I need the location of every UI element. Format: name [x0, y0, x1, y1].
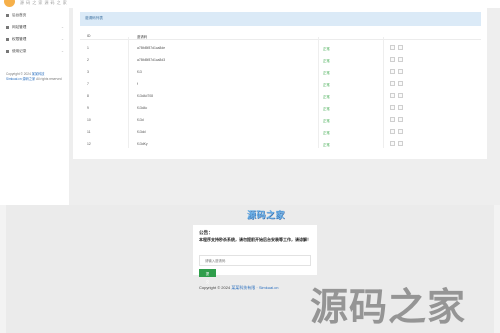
sidebar-item-records[interactable]: 使用记录 ⌄ — [6, 49, 64, 54]
edit-button[interactable] — [390, 141, 395, 146]
admin-area: 源 码 之 家 源 码 之 家 后台首页 网站管理 ⌄ 权限管理 ⌄ 使用记录 … — [0, 0, 500, 205]
edit-button[interactable] — [390, 117, 395, 122]
column-header-id: ID — [87, 34, 91, 38]
gear-icon — [6, 26, 9, 29]
table-row: 2 a78fd5f87d1ca8d3 正常 — [80, 54, 481, 65]
table-row: 7 f 正常 — [80, 78, 481, 89]
edit-button[interactable] — [390, 69, 395, 74]
status-badge: 正常 — [323, 83, 330, 87]
chevron-down-icon: ⌄ — [60, 37, 64, 41]
sidebar-item-label: 使用记录 — [12, 49, 27, 53]
announcement-message: 本程序支持秒杀系统，请勿提前开始后台安装等工作，请谅解！ — [199, 237, 311, 242]
status-badge: 正常 — [323, 131, 330, 135]
invite-code-input[interactable] — [199, 255, 311, 266]
delete-button[interactable] — [398, 57, 403, 62]
sidebar-item-home[interactable]: 后台首页 — [6, 13, 64, 18]
site-name: 源 码 之 家 源 码 之 家 — [20, 0, 68, 5]
status-badge: 正常 — [323, 59, 330, 63]
key-icon — [6, 38, 9, 41]
status-badge: 正常 — [323, 95, 330, 99]
table-row: 1 a78fd5f87d1ca8de 正常 — [80, 42, 481, 53]
row-id: 1 — [87, 46, 89, 50]
edit-button[interactable] — [390, 57, 395, 62]
table-row: 3 f13 正常 — [80, 66, 481, 77]
footer-link[interactable]: Simkuai.cn 源码之家 — [6, 77, 35, 81]
sidebar-item-site[interactable]: 网站管理 ⌄ — [6, 25, 64, 30]
sidebar-item-label: 权限管理 — [12, 37, 27, 41]
delete-button[interactable] — [398, 129, 403, 134]
row-id: 9 — [87, 106, 89, 110]
edit-button[interactable] — [390, 45, 395, 50]
footer-link[interactable]: 某某科技 — [32, 72, 45, 76]
sidebar-item-label: 网站管理 — [12, 25, 27, 29]
delete-button[interactable] — [398, 105, 403, 110]
edit-button[interactable] — [390, 81, 395, 86]
row-code: f13d4d708 — [137, 94, 154, 98]
delete-button[interactable] — [398, 81, 403, 86]
edit-button[interactable] — [390, 129, 395, 134]
invite-code-table: 邀请码列表 ID 邀请码 1 a78fd5f87d1ca8de 正常 2 a78fd5f… — [73, 7, 487, 159]
chevron-down-icon: ⌄ — [60, 25, 64, 29]
table-row: 8 f13d4d708 正常 — [80, 90, 481, 101]
row-code: f13dd — [137, 130, 146, 134]
sidebar-footer: Copyright © 2024 某某科技 Simkuai.cn 源码之家 Al… — [6, 72, 62, 81]
logo[interactable] — [4, 0, 15, 7]
table-row: 11 f13dd 正常 — [80, 126, 481, 137]
edit-button[interactable] — [390, 93, 395, 98]
submit-button[interactable]: 提交 — [199, 269, 216, 284]
row-id: 8 — [87, 94, 89, 98]
status-badge: 正常 — [323, 71, 330, 75]
row-code: a78fd5f87d1ca8d3 — [137, 58, 166, 62]
delete-button[interactable] — [398, 117, 403, 122]
announcement-panel: 公告： 本程序支持秒杀系统，请勿提前开始后台安装等工作，请谅解！ — [193, 225, 317, 275]
status-badge: 正常 — [323, 143, 330, 147]
home-icon — [6, 14, 9, 17]
table-row: 10 f13d 正常 — [80, 114, 481, 125]
row-id: 3 — [87, 70, 89, 74]
row-code: a78fd5f87d1ca8de — [137, 46, 166, 50]
status-badge: 正常 — [323, 47, 330, 51]
table-row: 12 f13dKy 正常 — [80, 138, 481, 149]
copyright: Copyright © 2024 某某科技有限 · Simkuai.cn — [199, 285, 279, 290]
announcement-title: 公告： — [199, 230, 213, 235]
delete-button[interactable] — [398, 45, 403, 50]
chevron-down-icon: ⌄ — [60, 49, 64, 53]
table-row: 9 f13d4c 正常 — [80, 102, 481, 113]
row-id: 12 — [87, 142, 91, 146]
delete-button[interactable] — [398, 93, 403, 98]
row-code: f — [137, 82, 138, 86]
list-icon — [6, 50, 9, 53]
row-code: f13d — [137, 118, 144, 122]
table-header-bar: 邀请码列表 — [80, 12, 481, 26]
delete-button[interactable] — [398, 141, 403, 146]
row-id: 10 — [87, 118, 91, 122]
sidebar-item-permission[interactable]: 权限管理 ⌄ — [6, 37, 64, 42]
row-code: f13d4c — [137, 106, 148, 110]
row-code: f13 — [137, 70, 142, 74]
sidebar: 后台首页 网站管理 ⌄ 权限管理 ⌄ 使用记录 ⌄ Copyright © 20… — [0, 8, 69, 205]
delete-button[interactable] — [398, 69, 403, 74]
brand-logo: 源码之家 — [247, 211, 286, 221]
row-id: 7 — [87, 82, 89, 86]
row-id: 11 — [87, 130, 91, 134]
copyright-link[interactable]: 某某科技有限 · Simkuai.cn — [231, 285, 278, 290]
edit-button[interactable] — [390, 105, 395, 110]
watermark: 源码之家 — [310, 285, 467, 329]
row-id: 2 — [87, 58, 89, 62]
status-badge: 正常 — [323, 107, 330, 111]
table-title: 邀请码列表 — [85, 16, 103, 20]
sidebar-item-label: 后台首页 — [12, 13, 27, 17]
status-badge: 正常 — [323, 119, 330, 123]
row-code: f13dKy — [137, 142, 148, 146]
